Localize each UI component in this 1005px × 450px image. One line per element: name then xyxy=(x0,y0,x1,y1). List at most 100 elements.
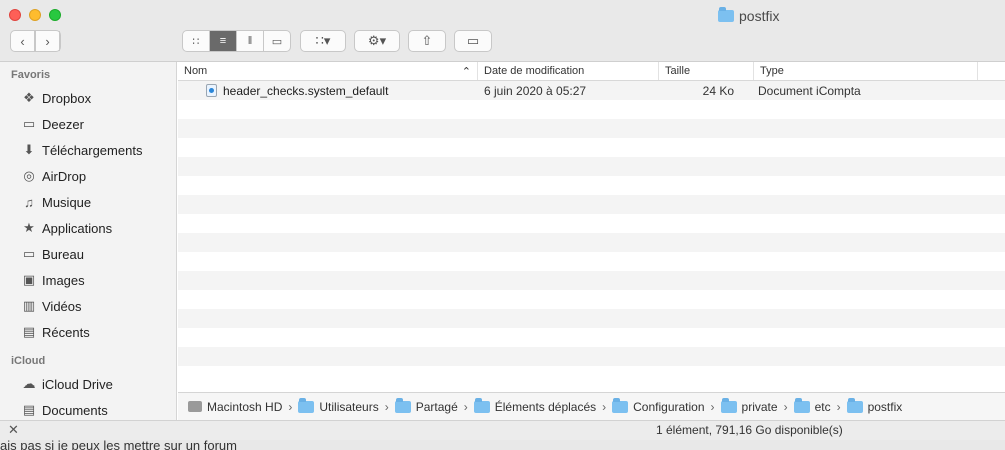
file-rows: header_checks.system_default 6 juin 2020… xyxy=(178,81,1005,385)
film-icon: ▥ xyxy=(22,298,36,313)
background-text: ais pas si je peux les mettre sur un for… xyxy=(0,440,237,450)
group-button[interactable]: ∷ ▾ xyxy=(300,30,346,52)
sidebar-item-label: Documents xyxy=(42,402,108,418)
recents-icon: ▤ xyxy=(22,324,36,339)
path-crumb-label: postfix xyxy=(867,399,903,414)
folder-icon xyxy=(793,397,810,413)
sidebar-item-applications[interactable]: ★ Applications xyxy=(0,215,176,241)
path-crumb[interactable]: Partagé xyxy=(394,397,458,414)
chevron-right-icon: › xyxy=(463,399,468,414)
navigation-buttons: ‹ › xyxy=(10,30,61,52)
sidebar-item-airdrop[interactable]: ◎ AirDrop xyxy=(0,163,176,189)
column-view-button[interactable]: ‖ xyxy=(237,31,264,51)
empty-row xyxy=(178,309,1005,328)
toolbar: postfix ‹ › ∷ ≡ ‖ ▭ ∷ ▾ ⚙ ▾ ⇧ ▭ xyxy=(0,0,1005,62)
hard-drive-icon xyxy=(188,401,202,412)
status-text: 1 élément, 791,16 Go disponible(s) xyxy=(656,423,843,437)
column-header-type[interactable]: Type xyxy=(754,62,978,80)
path-crumb[interactable]: Configuration xyxy=(612,397,705,414)
sidebar-item-label: Bureau xyxy=(42,246,84,262)
path-crumb[interactable]: etc xyxy=(793,397,831,414)
column-header-size[interactable]: Taille xyxy=(659,62,754,80)
sidebar-item-images[interactable]: ▣ Images xyxy=(0,267,176,293)
users-folder-icon xyxy=(298,397,315,413)
desktop-icon: ▭ xyxy=(22,246,36,261)
sort-ascending-icon: ⌃ xyxy=(461,65,471,78)
dropbox-icon: ❖ xyxy=(23,90,35,105)
sidebar-item-documents[interactable]: ▤ Documents xyxy=(0,397,176,420)
chevron-right-icon: › xyxy=(710,399,715,414)
sidebar-item-desktop[interactable]: ▭ Bureau xyxy=(0,241,176,267)
sidebar: Favoris ❖ Dropbox ▭ Deezer ⬇ Téléchargement… xyxy=(0,62,177,420)
sidebar-item-videos[interactable]: ▥ Vidéos xyxy=(0,293,176,319)
column-header-type-label: Type xyxy=(760,65,784,77)
finder-window: postfix ‹ › ∷ ≡ ‖ ▭ ∷ ▾ ⚙ ▾ ⇧ ▭ Favoris … xyxy=(0,0,1005,440)
folder-icon xyxy=(718,7,734,22)
sidebar-item-recents[interactable]: ▤ Récents xyxy=(0,319,176,345)
column-header-name[interactable]: Nom ⌃ xyxy=(178,62,478,80)
chevron-right-icon: › xyxy=(783,399,788,414)
empty-row xyxy=(178,214,1005,233)
path-crumb-label: Éléments déplacés xyxy=(494,399,597,414)
sidebar-item-label: Téléchargements xyxy=(42,142,143,158)
path-crumb[interactable]: Éléments déplacés xyxy=(473,397,597,414)
action-button[interactable]: ⚙ ▾ xyxy=(354,30,400,52)
icon-view-button[interactable]: ∷ xyxy=(183,31,210,51)
zoom-button[interactable] xyxy=(49,9,61,21)
applications-icon: ★ xyxy=(23,220,35,235)
sidebar-item-icloud-drive[interactable]: ☁ iCloud Drive xyxy=(0,371,176,397)
gallery-view-button[interactable]: ▭ xyxy=(264,31,290,51)
status-bar: ✕ 1 élément, 791,16 Go disponible(s) xyxy=(0,420,1005,440)
path-crumb[interactable]: Utilisateurs xyxy=(298,397,379,414)
file-name-cell: header_checks.system_default xyxy=(178,84,478,98)
path-crumb[interactable]: private xyxy=(720,397,778,414)
close-button[interactable] xyxy=(9,9,21,21)
path-crumb[interactable]: postfix xyxy=(846,397,903,414)
chevron-right-icon: › xyxy=(288,399,293,414)
column-header-date[interactable]: Date de modification xyxy=(478,62,659,80)
sidebar-item-label: Vidéos xyxy=(42,298,82,314)
column-header-name-label: Nom xyxy=(184,65,208,77)
collapse-icon[interactable]: ✕ xyxy=(8,422,19,438)
empty-row xyxy=(178,290,1005,309)
path-bar: Macintosh HD › Utilisateurs › Partagé › Élé… xyxy=(178,392,1005,420)
sidebar-item-music[interactable]: ♫ Musique xyxy=(0,189,176,215)
empty-row xyxy=(178,157,1005,176)
folder-icon xyxy=(720,397,737,413)
sidebar-item-label: Applications xyxy=(42,220,113,236)
documents-icon: ▤ xyxy=(22,402,36,417)
list-view-button[interactable]: ≡ xyxy=(210,31,237,51)
file-name: header_checks.system_default xyxy=(223,83,389,98)
folder-icon xyxy=(394,397,411,413)
gear-icon: ⚙ xyxy=(367,33,380,48)
empty-row xyxy=(178,252,1005,271)
share-button[interactable]: ⇧ xyxy=(408,30,446,52)
sidebar-heading-favorites: Favoris xyxy=(11,69,51,81)
table-row[interactable]: header_checks.system_default 6 juin 2020… xyxy=(178,81,1005,100)
window-title: postfix xyxy=(718,7,779,24)
forward-button[interactable]: › xyxy=(36,31,60,51)
sidebar-item-label: Images xyxy=(42,272,85,288)
empty-row xyxy=(178,176,1005,195)
folder-icon: ▭ xyxy=(22,116,36,131)
document-icon xyxy=(206,84,217,97)
music-icon: ♫ xyxy=(24,194,34,210)
column-headers: Nom ⌃ Date de modification Taille Type xyxy=(178,62,1005,81)
chevron-right-icon: › xyxy=(384,399,389,414)
tag-button[interactable]: ▭ xyxy=(454,30,492,52)
path-crumb-label: Configuration xyxy=(633,399,705,414)
back-button[interactable]: ‹ xyxy=(11,31,36,51)
minimize-button[interactable] xyxy=(29,9,41,21)
camera-icon: ▣ xyxy=(22,272,36,287)
chevron-right-icon: › xyxy=(36,31,60,51)
sidebar-item-label: Récents xyxy=(42,324,90,340)
path-crumb-label: etc xyxy=(814,399,831,414)
share-icon: ⇧ xyxy=(421,33,433,48)
file-date: 6 juin 2020 à 05:27 xyxy=(484,83,587,98)
empty-row xyxy=(178,119,1005,138)
path-crumb[interactable]: Macintosh HD xyxy=(188,400,282,414)
sidebar-item-dropbox[interactable]: ❖ Dropbox xyxy=(0,85,176,111)
sidebar-item-downloads[interactable]: ⬇ Téléchargements xyxy=(0,137,176,163)
path-crumb-label: Macintosh HD xyxy=(207,399,283,414)
sidebar-item-deezer[interactable]: ▭ Deezer xyxy=(0,111,176,137)
